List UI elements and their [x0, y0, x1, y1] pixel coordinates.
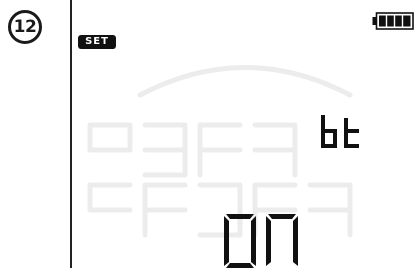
set-mode-badge: SET	[78, 35, 116, 49]
battery-full-icon	[372, 12, 414, 30]
set-mode-label: SET	[85, 36, 109, 47]
step-number-badge: 12	[8, 10, 42, 44]
step-number: 12	[13, 17, 37, 37]
instruction-figure: 12 SET	[0, 0, 420, 268]
parameter-readout: bt	[320, 114, 362, 150]
value-readout: on	[222, 212, 302, 268]
